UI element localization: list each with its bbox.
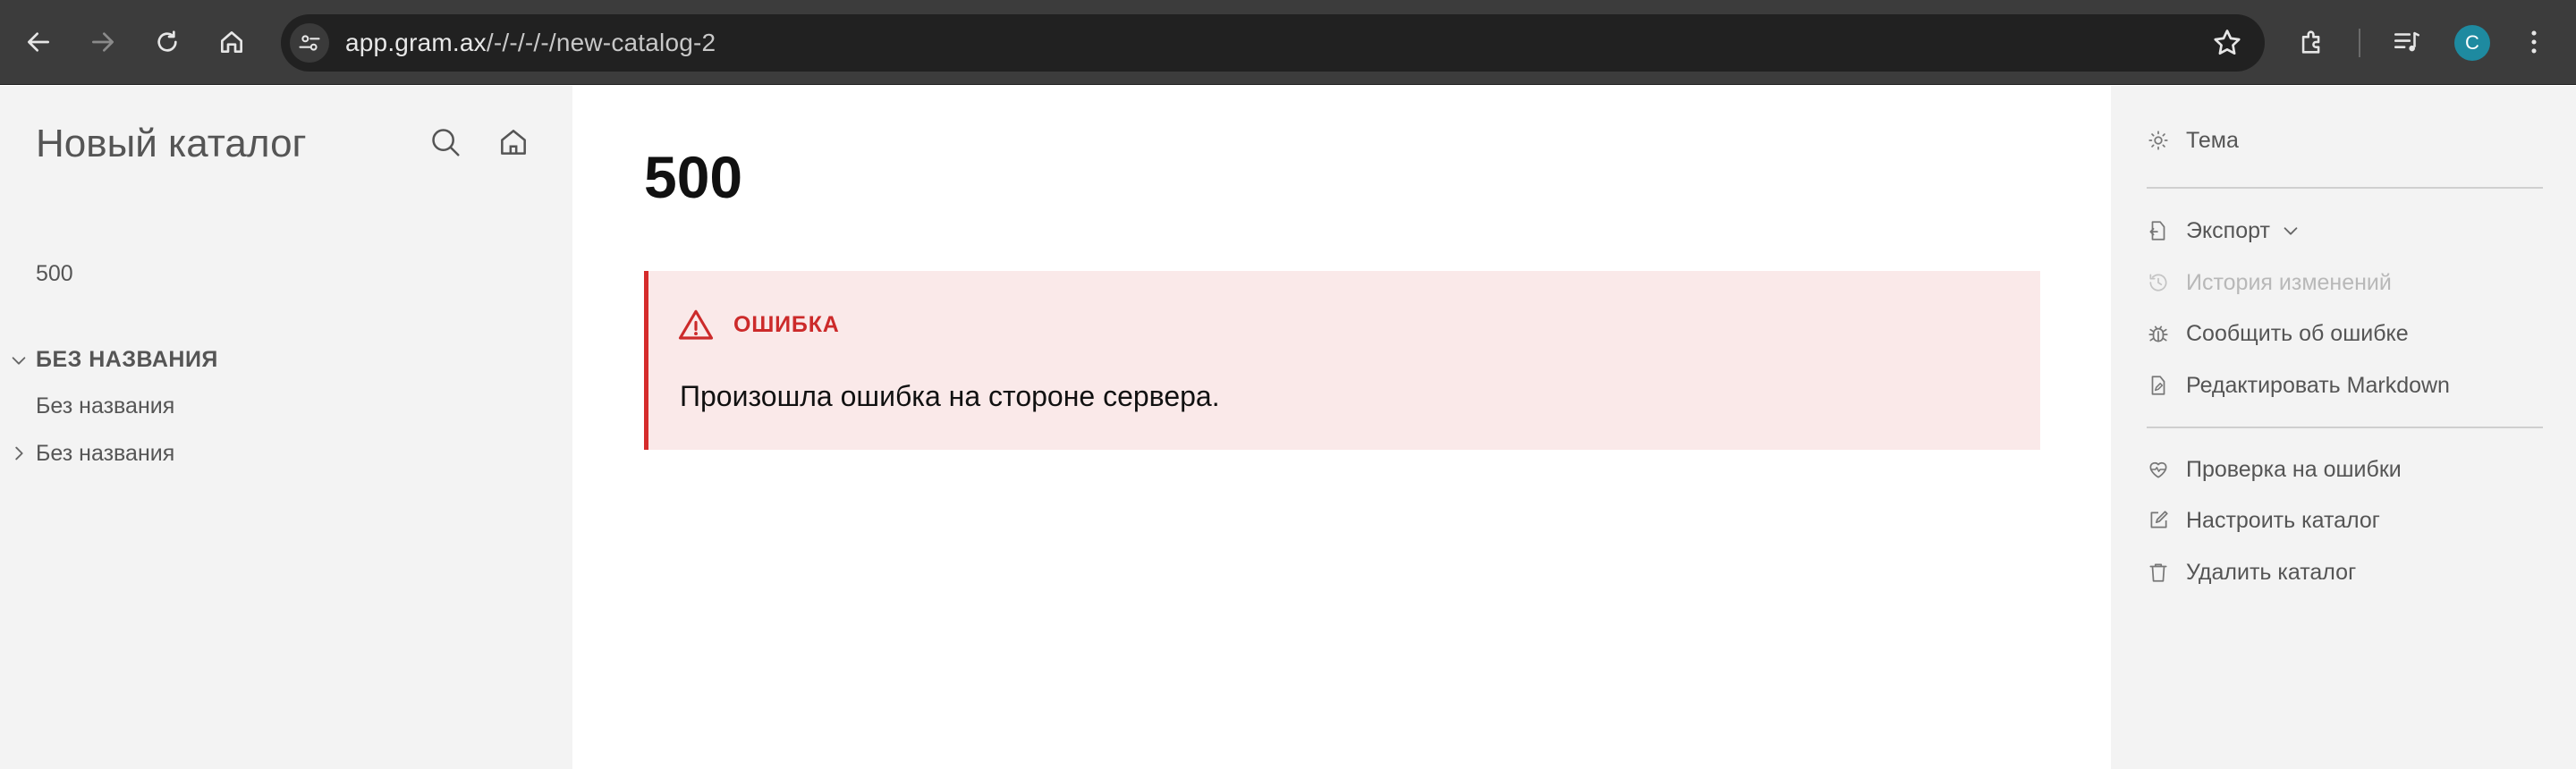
url-host: app.gram.ax [345,29,487,56]
check-errors-label: Проверка на ошибки [2186,456,2402,482]
url-path: /-/-/-/-/new-catalog-2 [486,29,716,56]
arrow-left-icon [28,32,49,52]
alert-title: ОШИБКА [733,312,840,337]
search-button[interactable] [427,123,464,161]
toolbar-separator [2359,29,2360,57]
reload-button[interactable] [147,21,188,63]
home-icon [501,130,526,155]
configure-catalog-label: Настроить каталог [2186,507,2380,533]
left-sidebar: Новый каталог 500 БЕЗ НАЗВАНИЯ Без назва… [0,86,572,769]
chevron-right-icon[interactable] [9,444,29,463]
nav-item-500[interactable]: 500 [36,261,73,287]
export-label: Экспорт [2186,217,2270,243]
arrow-right-icon [92,32,114,52]
bookmark-star-icon[interactable] [2211,27,2243,59]
theme-button[interactable]: Тема [2147,124,2239,156]
profile-avatar[interactable]: C [2454,25,2490,61]
browser-menu-button[interactable] [2515,23,2553,61]
chevron-down-icon[interactable] [9,351,29,370]
delete-catalog-label: Удалить каталог [2186,559,2357,585]
edit-icon [2150,511,2168,528]
address-bar[interactable]: app.gram.ax/-/-/-/-/new-catalog-2 [281,14,2265,72]
home-catalog-button[interactable] [495,123,532,161]
theme-label: Тема [2186,127,2239,153]
extensions-button[interactable] [2293,23,2331,61]
alert-message: Произошла ошибка на стороне сервера. [680,380,1220,412]
error-alert: ОШИБКА Произошла ошибка на стороне серве… [644,271,2040,450]
reload-icon [157,30,177,52]
search-icon [432,129,460,156]
page-title: 500 [644,144,743,210]
edit-markdown-button[interactable]: Редактировать Markdown [2147,369,2450,401]
url-text: app.gram.ax/-/-/-/-/new-catalog-2 [345,29,716,57]
sun-icon [2148,131,2168,150]
check-errors-button[interactable]: Проверка на ошибки [2147,453,2402,486]
nav-item-untitled-1[interactable]: Без названия [36,393,174,419]
export-button[interactable]: Экспорт [2147,215,2302,247]
browser-toolbar: app.gram.ax/-/-/-/-/new-catalog-2 C [0,0,2576,85]
report-bug-label: Сообщить об ошибке [2186,320,2409,346]
warning-icon [678,309,714,340]
home-icon [221,31,242,53]
history-button[interactable]: История изменений [2147,266,2392,299]
more-vertical-icon [2531,30,2537,54]
chevron-down-icon [2284,227,2298,235]
history-icon [2149,274,2167,292]
export-icon [2149,221,2165,241]
back-button[interactable] [18,21,59,63]
media-button[interactable] [2388,23,2426,61]
divider [2147,427,2543,428]
bug-icon [2148,325,2168,342]
delete-catalog-button[interactable]: Удалить каталог [2147,556,2356,588]
nav-section-untitled[interactable]: БЕЗ НАЗВАНИЯ [36,347,218,373]
configure-catalog-button[interactable]: Настроить каталог [2147,504,2380,537]
queue-music-icon [2394,31,2420,52]
report-bug-button[interactable]: Сообщить об ошибке [2147,317,2409,350]
right-sidebar: Тема Экспорт История изменений Сообщить … [2111,86,2576,769]
heart-pulse-icon [2149,461,2167,478]
puzzle-icon [2301,30,2320,54]
forward-button[interactable] [82,21,123,63]
main-content: 500 ОШИБКА Произошла ошибка на стороне с… [572,86,2111,769]
history-label: История изменений [2186,269,2392,295]
tune-icon [299,35,320,51]
site-info-button[interactable] [290,23,329,63]
catalog-title[interactable]: Новый каталог [36,122,307,166]
divider [2147,187,2543,189]
trash-icon [2149,563,2167,582]
nav-item-untitled-2[interactable]: Без названия [36,441,174,467]
file-edit-icon [2151,376,2165,395]
home-button[interactable] [211,21,252,63]
edit-markdown-label: Редактировать Markdown [2186,372,2450,398]
